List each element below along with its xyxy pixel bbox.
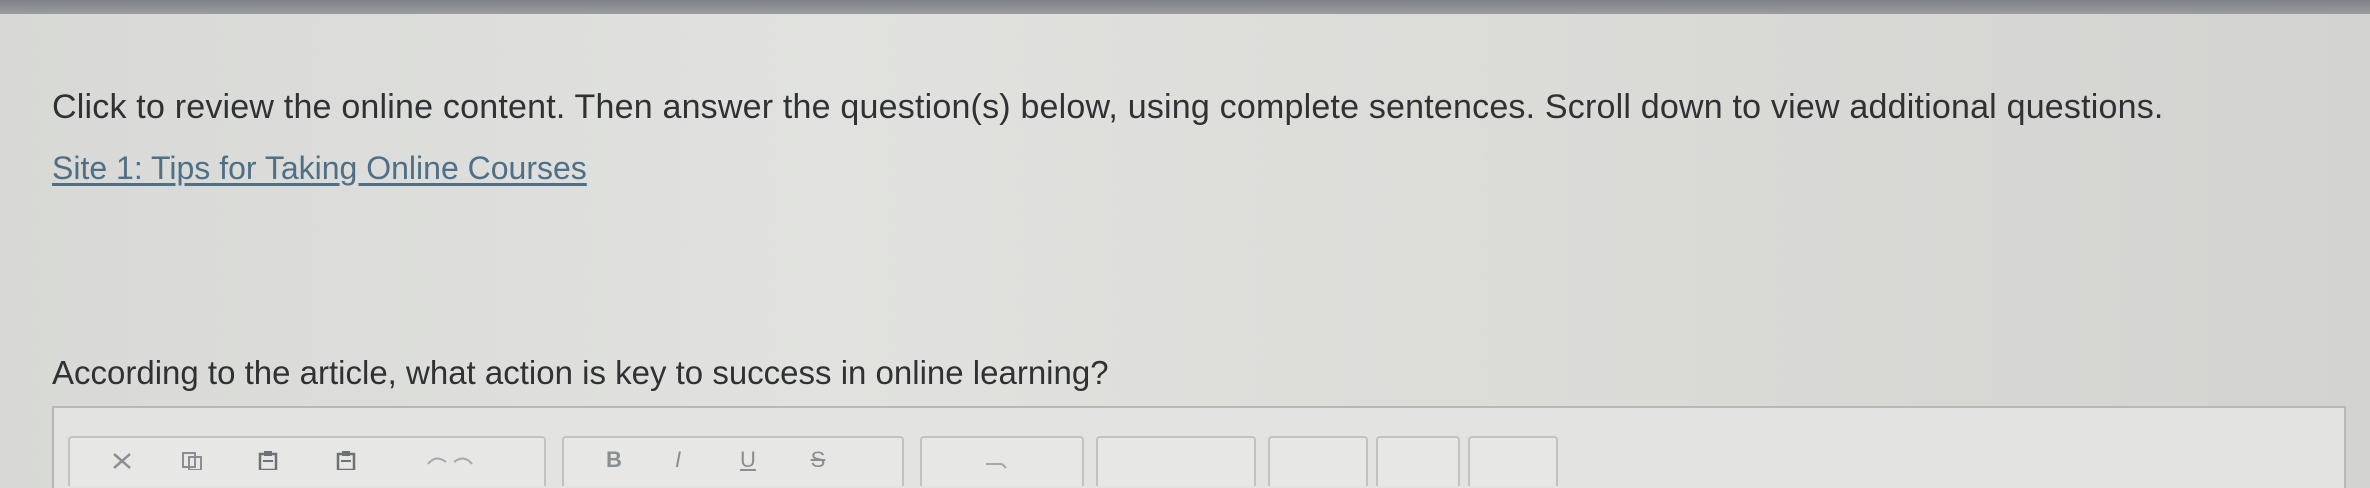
align-group (1376, 436, 1460, 486)
answer-editor[interactable]: B I U S (52, 406, 2346, 488)
site-1-link[interactable]: Site 1: Tips for Taking Online Courses (52, 150, 587, 187)
editor-toolbar: B I U S (54, 436, 2344, 486)
instructions-text: Click to review the online content. Then… (52, 88, 2164, 126)
window-top-bar (0, 0, 2370, 14)
subscript-icon[interactable] (982, 450, 1010, 470)
indent-group (1268, 436, 1368, 486)
paste-icon[interactable] (254, 450, 282, 470)
copy-icon[interactable] (178, 450, 206, 470)
underline-icon[interactable]: U (734, 449, 762, 471)
undo-redo-icon[interactable] (420, 450, 480, 470)
question-text: According to the article, what action is… (52, 354, 1109, 391)
cut-icon[interactable] (108, 450, 136, 470)
bold-icon[interactable]: B (600, 449, 628, 471)
paste-text-icon[interactable] (332, 450, 360, 470)
list-group (1096, 436, 1256, 486)
clipboard-group (68, 436, 546, 486)
question-panel: Click to review the online content. Then… (0, 14, 2370, 474)
format-group: B I U S (562, 436, 904, 486)
strikethrough-icon[interactable]: S (804, 449, 832, 471)
italic-icon[interactable]: I (664, 449, 692, 471)
subscript-group (920, 436, 1084, 486)
link-group (1468, 436, 1558, 486)
